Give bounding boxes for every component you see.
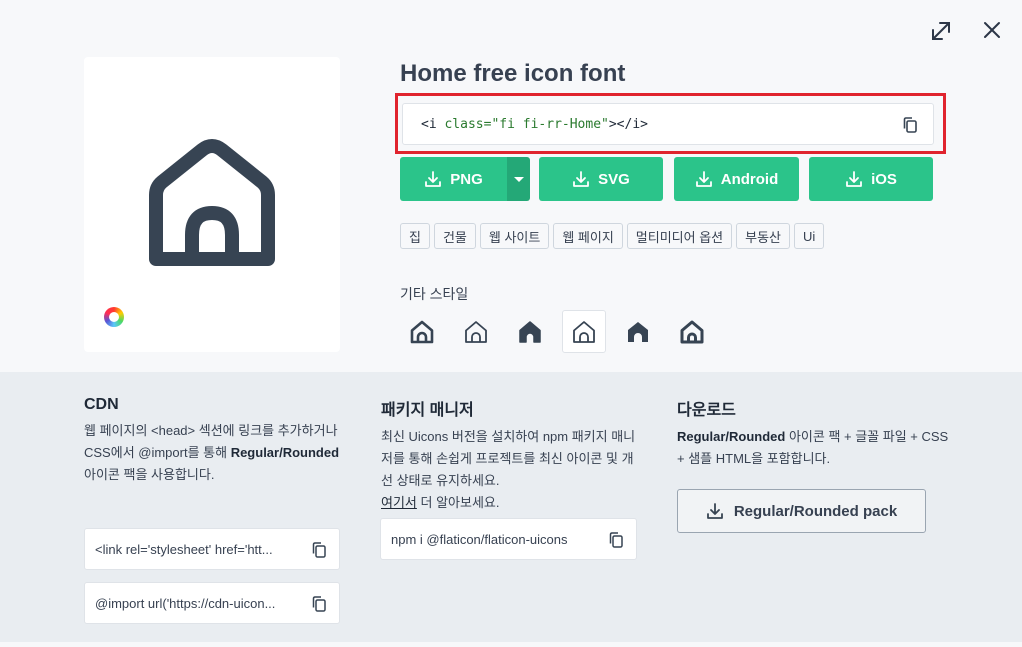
icon-title: Home free icon font (400, 60, 626, 87)
tag-item[interactable]: 멀티미디어 옵션 (626, 223, 733, 249)
download-icon (425, 171, 442, 187)
home-icon (410, 320, 434, 343)
download-icon (846, 171, 862, 187)
tag-item[interactable]: 부동산 (736, 223, 791, 249)
png-options-dropdown[interactable] (507, 157, 530, 201)
tag-list: 집 건물 웹 사이트 웹 페이지 멀티미디어 옵션 부동산 Ui (400, 223, 825, 249)
style-regular-active[interactable] (562, 310, 606, 353)
copy-icon[interactable] (901, 116, 919, 134)
import-snippet-text: @import url('https://cdn-uicon... (95, 595, 276, 611)
npm-snippet[interactable]: npm i @flaticon/flaticon-uicons (380, 518, 637, 560)
cdn-desc-2: 아이콘 팩을 사용합니다. (84, 467, 215, 482)
package-manager-title: 패키지 매니저 (381, 402, 474, 419)
package-manager-section: 패키지 매니저 최신 Uicons 버전을 설치하여 npm 패키지 매니저를 … (381, 396, 641, 514)
home-icon (628, 321, 648, 342)
cdn-section: CDN 웹 페이지의 <head> 섹션에 링크를 추가하거나 CSS에서 @i… (84, 396, 344, 486)
home-icon (519, 320, 541, 343)
tag-item[interactable]: 웹 페이지 (553, 223, 623, 249)
tag-item[interactable]: 웹 사이트 (479, 223, 550, 249)
color-picker-icon[interactable] (104, 307, 124, 327)
download-icon (573, 171, 590, 187)
code-snippet: <i class="fi fi-rr-Home"></i> (421, 117, 648, 132)
home-icon (573, 320, 595, 343)
other-styles-list (400, 310, 724, 353)
download-svg-button[interactable]: SVG (539, 157, 663, 201)
cdn-title: CDN (84, 396, 119, 413)
code-close: ></i> (608, 117, 648, 132)
download-section: 다운로드 Regular/Rounded 아이콘 팩 + 글꼴 파일 + CSS… (677, 396, 957, 470)
download-desc-bold: Regular/Rounded (677, 429, 786, 444)
package-manager-description: 최신 Uicons 버전을 설치하여 npm 패키지 매니저를 통해 손쉽게 프… (381, 429, 636, 488)
download-pack-button[interactable]: Regular/Rounded pack (677, 489, 926, 533)
style-solid-straight[interactable] (616, 310, 660, 353)
cdn-desc-bold: Regular/Rounded (230, 445, 340, 460)
style-solid-rounded[interactable] (508, 310, 552, 353)
style-bold-rounded[interactable] (670, 310, 714, 353)
home-icon (680, 320, 704, 343)
download-icon (695, 171, 712, 187)
copy-icon[interactable] (311, 541, 327, 559)
tag-item[interactable]: 건물 (433, 223, 476, 249)
ios-label: iOS (871, 170, 897, 188)
cdn-description: 웹 페이지의 <head> 섹션에 링크를 추가하거나 CSS에서 @impor… (84, 420, 344, 486)
download-title: 다운로드 (677, 402, 736, 419)
home-icon (146, 137, 278, 274)
learn-more-line: 여기서 더 알아보세요. (381, 492, 641, 514)
link-snippet-text: <link rel='stylesheet' href='htt... (95, 541, 273, 557)
learn-more-suffix: 더 알아보세요. (416, 495, 500, 510)
style-regular-rounded[interactable] (400, 310, 444, 353)
icon-preview (84, 57, 340, 352)
copy-icon[interactable] (608, 531, 624, 549)
pack-button-label: Regular/Rounded pack (733, 502, 898, 520)
home-icon (465, 320, 487, 343)
cdn-import-snippet[interactable]: @import url('https://cdn-uicon... (84, 582, 340, 624)
download-ios-button[interactable]: iOS (809, 157, 933, 201)
svg-label: SVG (598, 170, 630, 188)
other-styles-label: 기타 스타일 (400, 286, 469, 302)
close-icon[interactable] (980, 18, 1004, 42)
download-android-button[interactable]: Android (674, 157, 799, 201)
code-open: <i (421, 117, 445, 132)
npm-snippet-text: npm i @flaticon/flaticon-uicons (391, 531, 568, 547)
download-description: Regular/Rounded 아이콘 팩 + 글꼴 파일 + CSS + 샘플… (677, 426, 957, 470)
tag-item[interactable]: 집 (400, 223, 430, 249)
learn-more-link[interactable]: 여기서 (381, 495, 417, 510)
code-value: "fi fi-rr-Home" (491, 117, 609, 132)
cdn-link-snippet[interactable]: <link rel='stylesheet' href='htt... (84, 528, 340, 570)
code-attr: class= (444, 117, 492, 132)
png-label: PNG (450, 170, 483, 188)
style-regular-straight[interactable] (454, 310, 498, 353)
expand-icon[interactable] (928, 18, 954, 44)
tag-item[interactable]: Ui (794, 223, 825, 249)
download-icon (706, 503, 723, 519)
android-label: Android (720, 170, 779, 188)
copy-icon[interactable] (311, 595, 327, 613)
icon-font-code[interactable]: <i class="fi fi-rr-Home"></i> (402, 103, 934, 145)
download-png-button[interactable]: PNG (400, 157, 507, 201)
